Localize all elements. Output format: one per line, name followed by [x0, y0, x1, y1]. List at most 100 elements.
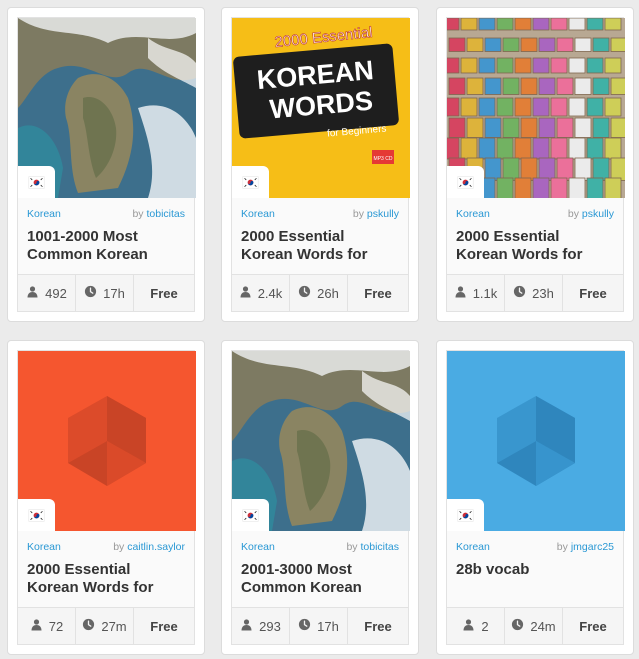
- course-duration: 17h: [103, 285, 125, 301]
- by-label: by: [113, 541, 125, 553]
- course-stats: 2 24m Free: [447, 607, 623, 644]
- learners-count: 2.4k: [257, 285, 283, 301]
- course-card-body: 2000 Essential KOREAN WORDS for Beginners MP…: [231, 17, 410, 312]
- course-stats: 72 27m Free: [18, 607, 194, 644]
- course-author: by tobicitas: [132, 208, 185, 222]
- svg-text:MP3 CD: MP3 CD: [374, 156, 393, 162]
- course-meta: Korean by tobicitas: [18, 198, 194, 222]
- learners-stat: 2: [447, 608, 505, 644]
- course-thumbnail[interactable]: [447, 351, 625, 531]
- by-label: by: [132, 208, 144, 220]
- course-language-link[interactable]: Korean: [456, 541, 490, 555]
- flag-badge: [447, 166, 484, 198]
- course-duration: 27m: [101, 618, 127, 634]
- course-card[interactable]: Korean by tobicitas 2001-3000 Most Common …: [221, 340, 419, 655]
- korea-flag-icon: [28, 174, 45, 191]
- flag-badge: [18, 166, 55, 198]
- learners-count: 2: [481, 618, 489, 634]
- author-link[interactable]: tobicitas: [146, 208, 185, 220]
- price-label: Free: [150, 285, 178, 301]
- learners-stat: 72: [18, 608, 76, 644]
- learners-icon: [26, 285, 45, 301]
- course-title[interactable]: 2000 Essential Korean Words for: [18, 555, 194, 607]
- time-stat: 17h: [290, 608, 348, 644]
- course-language-link[interactable]: Korean: [241, 541, 275, 555]
- course-card[interactable]: Korean by caitlin.saylor 2000 Essential Ko…: [7, 340, 205, 655]
- learners-icon: [454, 285, 473, 301]
- price-label: Free: [150, 618, 178, 634]
- course-title[interactable]: 1001-2000 Most Common Korean: [18, 222, 194, 274]
- course-card-body: Korean by pskully 2000 Essential Korean Wo…: [446, 17, 625, 312]
- course-duration: 24m: [530, 618, 556, 634]
- course-title[interactable]: 2001-3000 Most Common Korean: [232, 555, 408, 607]
- time-stat: 26h: [290, 275, 348, 311]
- course-card[interactable]: Korean by tobicitas 1001-2000 Most Common …: [7, 7, 205, 322]
- clock-icon: [513, 285, 532, 301]
- course-title[interactable]: 28b vocab: [447, 555, 623, 607]
- course-card-body: Korean by jmgarc25 28b vocab 2 24m Free: [446, 350, 625, 645]
- course-duration: 23h: [532, 285, 554, 301]
- flag-badge: [18, 499, 55, 531]
- course-title[interactable]: 2000 Essential Korean Words for: [232, 222, 408, 274]
- price-label: Free: [364, 285, 392, 301]
- course-thumbnail[interactable]: [447, 18, 625, 198]
- learners-count: 1.1k: [472, 285, 498, 301]
- korea-flag-icon: [28, 507, 45, 524]
- time-stat: 17h: [76, 275, 134, 311]
- author-link[interactable]: caitlin.saylor: [127, 541, 185, 553]
- flag-badge: [447, 499, 484, 531]
- course-language-link[interactable]: Korean: [27, 208, 61, 222]
- course-thumbnail[interactable]: [18, 18, 196, 198]
- learners-stat: 2.4k: [232, 275, 290, 311]
- time-stat: 24m: [505, 608, 563, 644]
- author-link[interactable]: pskully: [582, 208, 614, 220]
- korea-flag-icon: [457, 507, 474, 524]
- course-thumbnail[interactable]: [18, 351, 196, 531]
- korea-flag-icon: [457, 174, 474, 191]
- course-stats: 293 17h Free: [232, 607, 408, 644]
- course-card[interactable]: 2000 Essential KOREAN WORDS for Beginners MP…: [221, 7, 419, 322]
- course-title[interactable]: 2000 Essential Korean Words for: [447, 222, 623, 274]
- course-language-link[interactable]: Korean: [27, 541, 61, 555]
- course-author: by pskully: [568, 208, 614, 222]
- course-language-link[interactable]: Korean: [241, 208, 275, 222]
- course-duration: 26h: [317, 285, 339, 301]
- course-language-link[interactable]: Korean: [456, 208, 490, 222]
- price-label: Free: [579, 285, 607, 301]
- author-link[interactable]: pskully: [367, 208, 399, 220]
- course-author: by jmgarc25: [557, 541, 614, 555]
- learners-icon: [462, 618, 481, 634]
- course-meta: Korean by pskully: [232, 198, 408, 222]
- course-meta: Korean by jmgarc25: [447, 531, 623, 555]
- korea-flag-icon: [242, 507, 259, 524]
- learners-icon: [240, 618, 259, 634]
- course-stats: 492 17h Free: [18, 274, 194, 311]
- course-thumbnail[interactable]: [232, 351, 410, 531]
- clock-icon: [298, 285, 317, 301]
- course-stats: 2.4k 26h Free: [232, 274, 408, 311]
- course-card-body: Korean by caitlin.saylor 2000 Essential Ko…: [17, 350, 196, 645]
- learners-stat: 492: [18, 275, 76, 311]
- clock-icon: [298, 618, 317, 634]
- learners-count: 72: [48, 618, 64, 634]
- price-label: Free: [579, 618, 607, 634]
- author-link[interactable]: tobicitas: [360, 541, 399, 553]
- learners-icon: [30, 618, 49, 634]
- learners-icon: [239, 285, 258, 301]
- clock-icon: [511, 618, 530, 634]
- course-thumbnail[interactable]: 2000 Essential KOREAN WORDS for Beginners MP…: [232, 18, 410, 198]
- clock-icon: [82, 618, 101, 634]
- course-meta: Korean by tobicitas: [232, 531, 408, 555]
- course-author: by pskully: [353, 208, 399, 222]
- price-label: Free: [364, 618, 392, 634]
- course-card-body: Korean by tobicitas 2001-3000 Most Common …: [231, 350, 410, 645]
- course-author: by tobicitas: [346, 541, 399, 555]
- author-link[interactable]: jmgarc25: [571, 541, 614, 553]
- by-label: by: [346, 541, 358, 553]
- course-meta: Korean by caitlin.saylor: [18, 531, 194, 555]
- learners-stat: 1.1k: [447, 275, 505, 311]
- course-card[interactable]: Korean by pskully 2000 Essential Korean Wo…: [436, 7, 634, 322]
- course-card[interactable]: Korean by jmgarc25 28b vocab 2 24m Free: [436, 340, 634, 655]
- course-duration: 17h: [317, 618, 339, 634]
- by-label: by: [567, 208, 579, 220]
